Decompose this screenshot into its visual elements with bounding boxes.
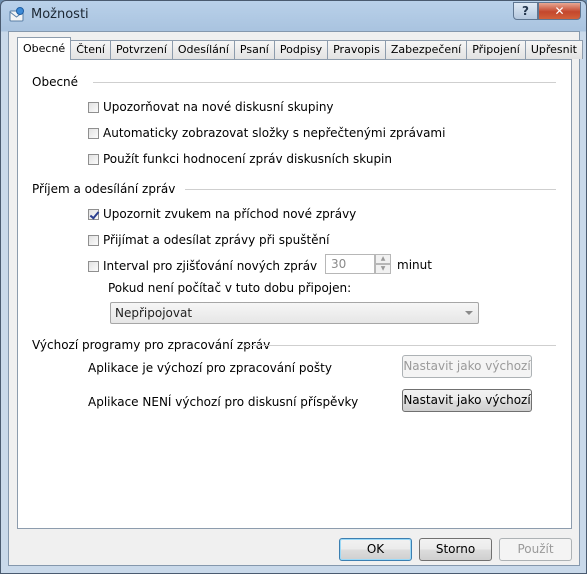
sound-on-new-message-option[interactable]: Upozornit zvukem na příchod nové zprávy — [88, 207, 356, 221]
default-news-status: Aplikace NENÍ výchozí pro diskusní přísp… — [88, 395, 359, 409]
option-label: Interval pro zjišťování nových zpráv — [103, 259, 318, 273]
dialog-client-area: Obecné Čtení Potvrzení Odesílání Psaní P… — [8, 31, 583, 566]
tab-strip: Obecné Čtení Potvrzení Odesílání Psaní P… — [17, 37, 583, 60]
general-heading: Obecné — [32, 75, 79, 89]
spin-down-icon[interactable]: ▼ — [375, 264, 391, 274]
notify-new-newsgroups-option[interactable]: Upozorňovat na nové diskusní skupiny — [88, 100, 334, 114]
offline-label: Pokud není počítač v tuto dobu připojen: — [108, 281, 352, 295]
send-receive-on-startup-option[interactable]: Přijímat a odesílat zprávy při spuštění — [88, 233, 330, 247]
option-label: Přijímat a odesílat zprávy při spuštění — [103, 233, 330, 247]
checkbox[interactable] — [88, 127, 99, 139]
offline-action-select[interactable]: Nepřipojovat — [110, 302, 479, 324]
send-receive-heading: Příjem a odesílání zpráv — [32, 182, 176, 196]
outlook-express-icon — [9, 7, 24, 22]
tab-potvrzeni[interactable]: Potvrzení — [111, 40, 173, 59]
tab-obecne[interactable]: Obecné — [17, 37, 72, 60]
tab-pripojeni[interactable]: Připojení — [467, 40, 526, 59]
options-dialog: Možnosti ? ✕ Obecné Čtení Potvrzení Odes… — [0, 0, 587, 574]
option-label: Automaticky zobrazovat složky s nepřečte… — [103, 126, 446, 140]
cancel-button[interactable]: Storno — [419, 538, 492, 561]
defaults-heading: Výchozí programy pro zpracování zpráv — [32, 338, 271, 352]
default-mail-status: Aplikace je výchozí pro zpracování pošty — [88, 361, 332, 375]
tab-pravopis[interactable]: Pravopis — [328, 40, 386, 59]
help-button[interactable]: ? — [513, 2, 538, 20]
window-title: Možnosti — [31, 7, 89, 22]
tab-upresnit[interactable]: Upřesnit — [525, 40, 583, 59]
option-label: Upozorňovat na nové diskusní skupiny — [103, 100, 334, 114]
tab-psani[interactable]: Psaní — [234, 40, 275, 59]
check-interval-option[interactable]: Interval pro zjišťování nových zpráv — [88, 259, 317, 273]
set-default-news-button[interactable]: Nastavit jako výchozí — [402, 389, 532, 412]
defaults-divider — [243, 345, 556, 346]
auto-show-unread-folders-option[interactable]: Automaticky zobrazovat složky s nepřečte… — [88, 126, 445, 140]
tab-zabezpeceni[interactable]: Zabezpečení — [385, 40, 468, 59]
send-receive-divider — [185, 189, 556, 190]
checkbox[interactable] — [88, 260, 99, 272]
apply-button[interactable]: Použít — [499, 538, 572, 561]
option-label: Upozornit zvukem na příchod nové zprávy — [103, 207, 357, 221]
tab-cteni[interactable]: Čtení — [71, 40, 111, 59]
general-divider — [93, 82, 556, 83]
tab-odesilani[interactable]: Odesílání — [172, 40, 235, 59]
interval-spinner[interactable]: 30 ▲ ▼ — [325, 254, 391, 274]
interval-input[interactable]: 30 — [325, 254, 375, 274]
checkbox[interactable] — [88, 153, 99, 165]
close-button[interactable]: ✕ — [538, 2, 581, 20]
checkbox[interactable] — [88, 101, 99, 113]
spinner-buttons: ▲ ▼ — [375, 254, 391, 274]
option-label: Použít funkci hodnocení zpráv diskusních… — [103, 152, 392, 166]
selected-value: Nepřipojovat — [115, 306, 193, 320]
tab-podpisy[interactable]: Podpisy — [274, 40, 329, 59]
set-default-mail-button[interactable]: Nastavit jako výchozí — [402, 355, 532, 378]
news-rating-option[interactable]: Použít funkci hodnocení zpráv diskusních… — [88, 152, 392, 166]
dropdown-arrow-icon — [465, 311, 473, 315]
general-tab-panel: Obecné Upozorňovat na nové diskusní skup… — [17, 59, 572, 529]
interval-unit: minut — [397, 258, 432, 272]
checkbox[interactable] — [88, 234, 99, 246]
title-bar[interactable]: Možnosti ? ✕ — [1, 1, 586, 29]
spin-up-icon[interactable]: ▲ — [375, 254, 391, 264]
ok-button[interactable]: OK — [339, 538, 412, 561]
checkbox-checked[interactable] — [88, 208, 99, 220]
